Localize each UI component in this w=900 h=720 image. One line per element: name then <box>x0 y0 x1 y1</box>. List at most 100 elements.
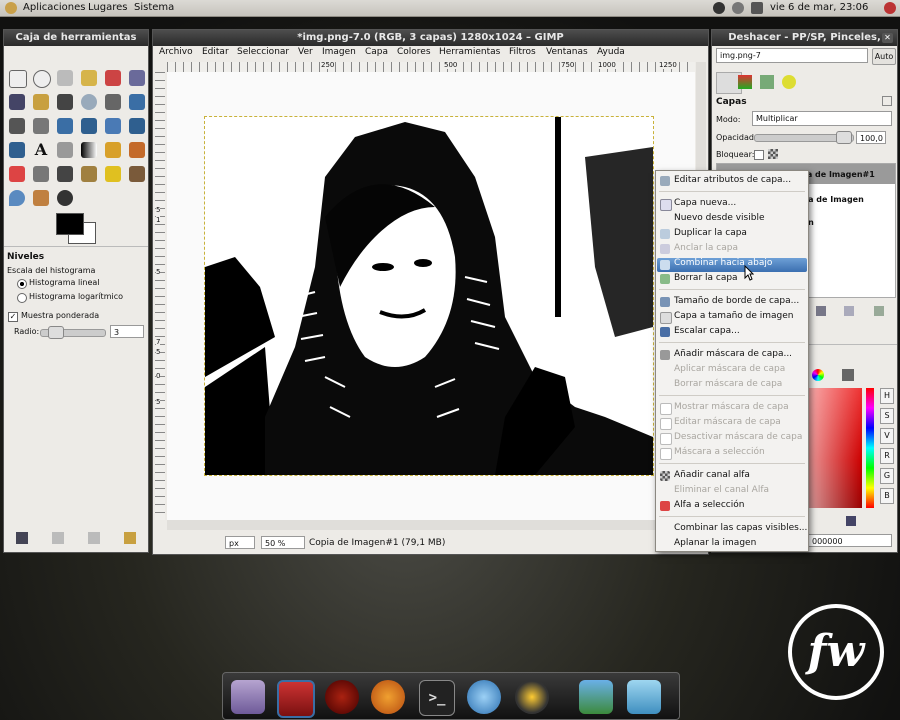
airbrush-icon[interactable] <box>33 166 49 182</box>
menu-item-nuevo-desde-visible[interactable]: Nuevo desde visible <box>674 213 764 223</box>
trash-app-icon[interactable] <box>627 680 661 714</box>
clock[interactable]: vie 6 de mar, 23:06 <box>770 2 868 13</box>
menu-item-capa-a-tamano[interactable]: Capa a tamaño de imagen <box>674 311 794 321</box>
lock-checkbox[interactable] <box>754 150 764 160</box>
foot-icon[interactable] <box>5 2 17 14</box>
shear-icon[interactable] <box>105 118 121 134</box>
image-select[interactable]: img.png-7 <box>716 48 868 63</box>
zoom-select[interactable]: 50 % <box>261 536 305 549</box>
eraser-icon[interactable] <box>9 166 25 182</box>
rotate-icon[interactable] <box>57 118 73 134</box>
channel-v[interactable]: V <box>880 428 894 444</box>
color-select-icon[interactable] <box>105 70 121 86</box>
color-square[interactable] <box>808 388 862 508</box>
image-viewer-app-icon[interactable] <box>579 680 613 714</box>
volume-icon[interactable] <box>751 2 763 14</box>
foreground-color-swatch[interactable] <box>56 213 84 235</box>
unit-select[interactable]: px <box>225 536 255 549</box>
tab-menu-icon[interactable] <box>882 96 892 106</box>
undo-tab-icon[interactable] <box>782 75 796 89</box>
picker-tab-icon[interactable] <box>842 369 854 381</box>
hue-strip[interactable] <box>866 388 874 508</box>
pencil-icon[interactable] <box>105 142 121 158</box>
menu-sistema[interactable]: Sistema <box>134 2 174 13</box>
menu-ventanas[interactable]: Ventanas <box>546 47 588 57</box>
channel-g[interactable]: G <box>880 468 894 484</box>
menu-item-combinar-abajo[interactable]: Combinar hacia abajo <box>674 258 772 268</box>
save-preset-icon[interactable] <box>16 532 28 544</box>
restore-preset-icon[interactable] <box>52 532 64 544</box>
sound-app-icon[interactable] <box>515 680 549 714</box>
menu-item-aplanar[interactable]: Aplanar la imagen <box>674 538 756 548</box>
measure-icon[interactable] <box>105 94 121 110</box>
menu-item-anadir-mascara[interactable]: Añadir máscara de capa... <box>674 349 792 359</box>
menu-item-duplicar[interactable]: Duplicar la capa <box>674 228 747 238</box>
layer-button-icon[interactable] <box>874 306 884 316</box>
menu-item-anadir-alfa[interactable]: Añadir canal alfa <box>674 470 750 480</box>
color-tab-icon[interactable] <box>812 369 824 381</box>
align-icon[interactable] <box>9 118 25 134</box>
delete-preset-icon[interactable] <box>88 532 100 544</box>
opacity-slider-handle[interactable] <box>836 131 852 144</box>
menu-item-alfa-a-seleccion[interactable]: Alfa a selección <box>674 500 744 510</box>
flip-icon[interactable] <box>9 142 25 158</box>
channel-b[interactable]: B <box>880 488 894 504</box>
menu-capa[interactable]: Capa <box>365 47 388 57</box>
menu-item-escalar[interactable]: Escalar capa... <box>674 326 740 336</box>
radius-slider-handle[interactable] <box>48 326 64 339</box>
bucket-fill-icon[interactable] <box>57 142 73 158</box>
opacity-input[interactable]: 100,0 <box>856 131 886 144</box>
foreground-select-icon[interactable] <box>9 94 25 110</box>
menu-filtros[interactable]: Filtros <box>509 47 536 57</box>
dodge-burn-icon[interactable] <box>57 190 73 206</box>
shutdown-icon[interactable] <box>884 2 896 14</box>
power-icon[interactable] <box>713 2 725 14</box>
channel-s[interactable]: S <box>880 408 894 424</box>
chat-app-icon[interactable] <box>467 680 501 714</box>
menu-archivo[interactable]: Archivo <box>159 47 193 57</box>
scissors-icon[interactable] <box>129 70 145 86</box>
clone-icon[interactable] <box>81 166 97 182</box>
paths-icon[interactable] <box>33 94 49 110</box>
toolbox-titlebar[interactable]: Caja de herramientas <box>4 30 148 46</box>
menu-editar[interactable]: Editar <box>202 47 229 57</box>
horizontal-scrollbar[interactable] <box>167 520 695 530</box>
menu-imagen[interactable]: Imagen <box>322 47 356 57</box>
eyedropper-icon[interactable] <box>846 516 856 526</box>
radio-linear[interactable] <box>17 279 27 289</box>
menu-item-tamano-borde[interactable]: Tamaño de borde de capa... <box>674 296 799 306</box>
crop-icon[interactable] <box>33 118 49 134</box>
menu-item-borrar-capa[interactable]: Borrar la capa <box>674 273 738 283</box>
menu-item-combinar-visibles[interactable]: Combinar las capas visibles... <box>674 523 807 533</box>
canvas-area[interactable] <box>167 72 695 520</box>
menu-ver[interactable]: Ver <box>298 47 313 57</box>
menu-item-editar-atributos[interactable]: Editar atributos de capa... <box>674 175 791 185</box>
hex-input[interactable]: 000000 <box>808 534 892 547</box>
lasso-icon[interactable] <box>57 70 73 86</box>
menu-seleccionar[interactable]: Seleccionar <box>237 47 289 57</box>
blend-icon[interactable] <box>81 142 97 158</box>
ellipse-select-icon[interactable] <box>33 70 51 88</box>
weighted-checkbox[interactable]: ✓ <box>8 312 18 322</box>
text-tool-icon[interactable]: A <box>33 142 49 158</box>
zoom-icon[interactable] <box>81 94 97 110</box>
firefox-app-icon[interactable] <box>371 680 405 714</box>
menu-colores[interactable]: Colores <box>397 47 431 57</box>
heal-icon[interactable] <box>105 166 121 182</box>
reset-icon[interactable] <box>124 532 136 544</box>
menu-ayuda[interactable]: Ayuda <box>597 47 625 57</box>
media-player-app-icon[interactable] <box>325 680 359 714</box>
scale-tool-icon[interactable] <box>81 118 97 134</box>
layer-button-icon[interactable] <box>844 306 854 316</box>
smudge-icon[interactable] <box>33 190 49 206</box>
dock-titlebar[interactable]: Deshacer - PP/SP, Pinceles, ✕ <box>712 30 897 46</box>
settings-app-icon[interactable] <box>231 680 265 714</box>
horizontal-ruler[interactable]: 250 500 750 1000 1250 <box>167 61 695 72</box>
filezilla-app-icon[interactable] <box>277 680 315 718</box>
mode-select[interactable]: Multiplicar <box>752 111 892 126</box>
radius-input[interactable]: 3 <box>110 325 144 338</box>
vertical-ruler[interactable]: 5 1 5 7 5 0 5 <box>155 72 165 520</box>
fuzzy-select-icon[interactable] <box>81 70 97 86</box>
paths-tab-icon[interactable] <box>760 75 774 89</box>
move-icon[interactable] <box>129 94 145 110</box>
